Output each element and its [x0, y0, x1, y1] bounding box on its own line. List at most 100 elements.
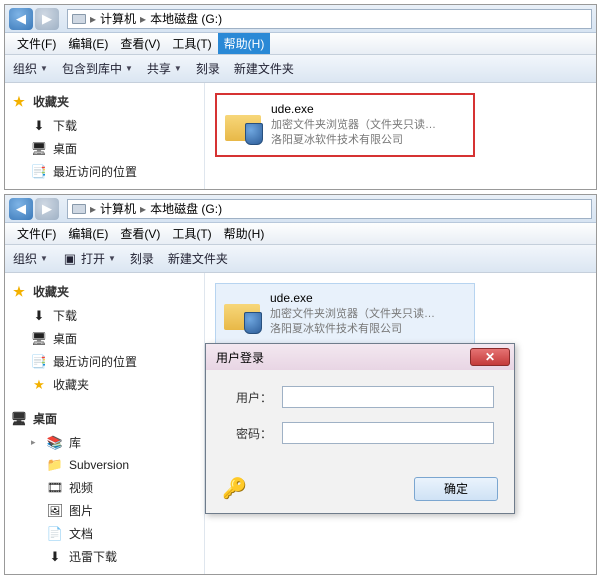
login-dialog: 用户登录 ✕ 用户： 密码： 🔑 确定 [205, 343, 515, 514]
close-icon: ✕ [485, 350, 495, 364]
file-pane: ude.exe 加密文件夹浏览器（文件夹只读… 洛阳夏冰软件技术有限公司 用户登… [205, 273, 596, 574]
dialog-titlebar: 用户登录 ✕ [206, 344, 514, 370]
recent-icon: 📑 [31, 164, 47, 180]
desktop-icon: 🖥 [11, 411, 27, 427]
sidebar-item-xunlei[interactable]: ⬇迅雷下载 [9, 545, 200, 568]
user-input[interactable] [282, 386, 494, 408]
shield-icon [245, 123, 263, 145]
titlebar: ◀ ▶ ▸ 计算机 ▸ 本地磁盘 (G:) [5, 5, 596, 33]
toolbar-organize[interactable]: 组织▼ [13, 250, 48, 267]
sidebar-item-desktop[interactable]: 🖥桌面 [9, 137, 200, 160]
toolbar-open[interactable]: ▣打开▼ [62, 250, 116, 267]
toolbar-newfolder[interactable]: 新建文件夹 [234, 60, 294, 77]
sidebar-item-downloads[interactable]: ⬇下载 [9, 304, 200, 327]
file-icon [223, 105, 263, 145]
menu-file[interactable]: 文件(F) [11, 33, 62, 54]
file-company: 洛阳夏冰软件技术有限公司 [270, 322, 435, 337]
download-icon: ⬇ [31, 308, 47, 324]
menu-help[interactable]: 帮助(H) [218, 223, 271, 244]
breadcrumb-computer[interactable]: 计算机 [100, 200, 136, 217]
toolbar-share[interactable]: 共享▼ [147, 60, 182, 77]
desktop-icon: 🖥 [31, 331, 47, 347]
toolbar-burn[interactable]: 刻录 [196, 60, 220, 77]
toolbar: 组织▼ 包含到库中▼ 共享▼ 刻录 新建文件夹 [5, 55, 596, 83]
file-icon [222, 294, 262, 334]
user-label: 用户： [226, 389, 272, 406]
chevron-right-icon: ▸ [90, 202, 96, 216]
sidebar-item-recent[interactable]: 📑最近访问的位置 [9, 160, 200, 183]
chevron-right-icon: ▸ [140, 202, 146, 216]
forward-button[interactable]: ▶ [35, 8, 59, 30]
toolbar-include[interactable]: 包含到库中▼ [62, 60, 133, 77]
chevron-right-icon: ▸ [140, 12, 146, 26]
file-company: 洛阳夏冰软件技术有限公司 [271, 133, 436, 148]
menu-tools[interactable]: 工具(T) [166, 33, 217, 54]
explorer-window-1: ◀ ▶ ▸ 计算机 ▸ 本地磁盘 (G:) 文件(F) 编辑(E) 查看(V) … [4, 4, 597, 190]
shield-icon [244, 312, 262, 334]
breadcrumb-drive[interactable]: 本地磁盘 (G:) [150, 200, 222, 217]
menu-edit[interactable]: 编辑(E) [62, 223, 114, 244]
toolbar-newfolder[interactable]: 新建文件夹 [168, 250, 228, 267]
sidebar: ★收藏夹 ⬇下载 🖥桌面 📑最近访问的位置 ★收藏夹 🖥桌面 ▸📚库 📁Subv… [5, 273, 205, 574]
sidebar-item-videos[interactable]: 🎞视频 [9, 476, 200, 499]
sidebar-item-documents[interactable]: 📄文档 [9, 522, 200, 545]
sidebar: ★收藏夹 ⬇下载 🖥桌面 📑最近访问的位置 [5, 83, 205, 189]
sidebar-item-pictures[interactable]: 🖼图片 [9, 499, 200, 522]
menu-file[interactable]: 文件(F) [11, 223, 62, 244]
chevron-down-icon: ▼ [40, 254, 48, 263]
file-name: ude.exe [270, 290, 435, 307]
address-bar[interactable]: ▸ 计算机 ▸ 本地磁盘 (G:) [67, 199, 592, 219]
sidebar-item-downloads[interactable]: ⬇下载 [9, 114, 200, 137]
dialog-title: 用户登录 [216, 349, 264, 366]
menu-edit[interactable]: 编辑(E) [62, 33, 114, 54]
recent-icon: 📑 [31, 354, 47, 370]
document-icon: 📄 [47, 526, 63, 542]
sidebar-favorites-header[interactable]: ★收藏夹 [9, 89, 200, 114]
menu-view[interactable]: 查看(V) [114, 33, 166, 54]
back-button[interactable]: ◀ [9, 198, 33, 220]
desktop-icon: 🖥 [31, 141, 47, 157]
sidebar-item-favorites[interactable]: ★收藏夹 [9, 373, 200, 396]
open-icon: ▣ [62, 251, 78, 267]
titlebar: ◀ ▶ ▸ 计算机 ▸ 本地磁盘 (G:) [5, 195, 596, 223]
picture-icon: 🖼 [47, 503, 63, 519]
menu-view[interactable]: 查看(V) [114, 223, 166, 244]
drive-icon [72, 14, 86, 24]
chevron-down-icon: ▼ [174, 64, 182, 73]
file-item-ude[interactable]: ude.exe 加密文件夹浏览器（文件夹只读… 洛阳夏冰软件技术有限公司 [215, 283, 475, 345]
sidebar-item-library[interactable]: ▸📚库 [9, 431, 200, 454]
toolbar: 组织▼ ▣打开▼ 刻录 新建文件夹 [5, 245, 596, 273]
menubar: 文件(F) 编辑(E) 查看(V) 工具(T) 帮助(H) [5, 223, 596, 245]
sidebar-item-desktop[interactable]: 🖥桌面 [9, 327, 200, 350]
file-pane: ude.exe 加密文件夹浏览器（文件夹只读… 洛阳夏冰软件技术有限公司 [205, 83, 596, 189]
close-button[interactable]: ✕ [470, 348, 510, 366]
sidebar-desktop-header[interactable]: 🖥桌面 [9, 406, 200, 431]
chevron-down-icon: ▼ [125, 64, 133, 73]
sidebar-item-recent[interactable]: 📑最近访问的位置 [9, 350, 200, 373]
file-item-ude[interactable]: ude.exe 加密文件夹浏览器（文件夹只读… 洛阳夏冰软件技术有限公司 [215, 93, 475, 157]
password-input[interactable] [282, 422, 494, 444]
download-icon: ⬇ [31, 118, 47, 134]
file-desc: 加密文件夹浏览器（文件夹只读… [271, 118, 436, 133]
back-button[interactable]: ◀ [9, 8, 33, 30]
file-name: ude.exe [271, 101, 436, 118]
drive-icon [72, 204, 86, 214]
menu-help[interactable]: 帮助(H) [218, 33, 271, 54]
forward-button[interactable]: ▶ [35, 198, 59, 220]
sidebar-favorites-header[interactable]: ★收藏夹 [9, 279, 200, 304]
video-icon: 🎞 [47, 480, 63, 496]
address-bar[interactable]: ▸ 计算机 ▸ 本地磁盘 (G:) [67, 9, 592, 29]
menubar: 文件(F) 编辑(E) 查看(V) 工具(T) 帮助(H) [5, 33, 596, 55]
caret-icon: ▸ [31, 437, 41, 448]
toolbar-organize[interactable]: 组织▼ [13, 60, 48, 77]
sidebar-item-subversion[interactable]: 📁Subversion [9, 454, 200, 476]
file-desc: 加密文件夹浏览器（文件夹只读… [270, 307, 435, 322]
breadcrumb-computer[interactable]: 计算机 [100, 10, 136, 27]
star-icon: ★ [11, 94, 27, 110]
menu-tools[interactable]: 工具(T) [166, 223, 217, 244]
library-icon: 📚 [47, 435, 63, 451]
toolbar-burn[interactable]: 刻录 [130, 250, 154, 267]
ok-button[interactable]: 确定 [414, 477, 498, 501]
password-label: 密码： [226, 425, 272, 442]
breadcrumb-drive[interactable]: 本地磁盘 (G:) [150, 10, 222, 27]
